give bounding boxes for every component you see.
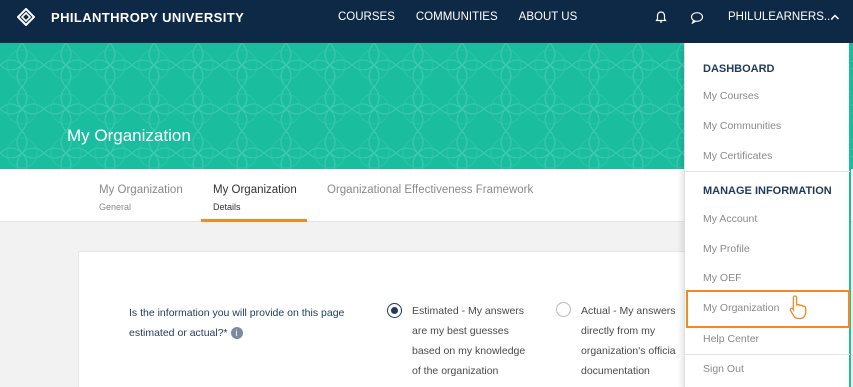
active-tab-indicator — [201, 219, 307, 222]
dropdown-item-my-account[interactable]: My Account — [703, 213, 757, 225]
nav-link-courses[interactable]: COURSES — [338, 11, 395, 23]
radio-estimated[interactable] — [387, 303, 402, 318]
dropdown-item-help-center[interactable]: Help Center — [703, 333, 759, 345]
top-navbar: PHILANTHROPY UNIVERSITY COURSES COMMUNIT… — [0, 0, 853, 43]
option-line: based on my knowledge — [412, 345, 526, 357]
option-line: directly from my — [581, 325, 656, 337]
dropdown-item-my-oef[interactable]: My OEF — [703, 272, 742, 284]
dropdown-divider — [685, 354, 850, 355]
tab-sublabel: General — [99, 202, 132, 212]
dropdown-divider — [685, 171, 850, 172]
radio-actual[interactable] — [556, 302, 571, 317]
nav-link-about[interactable]: ABOUT US — [519, 11, 578, 23]
dropdown-item-my-courses[interactable]: My Courses — [703, 90, 759, 102]
dropdown-item-my-profile[interactable]: My Profile — [703, 243, 750, 255]
page-title: My Organization — [67, 126, 191, 145]
option-line: organization's officia — [581, 345, 676, 357]
chat-icon[interactable] — [690, 11, 704, 24]
dropdown-item-my-organization[interactable]: My Organization — [703, 302, 779, 314]
dropdown-item-my-communities[interactable]: My Communities — [703, 120, 781, 132]
logo-icon[interactable] — [17, 8, 35, 26]
dropdown-item-my-certificates[interactable]: My Certificates — [703, 150, 772, 162]
main-nav: COURSES COMMUNITIES ABOUT US — [338, 11, 577, 23]
dropdown-section-manage: MANAGE INFORMATION — [703, 185, 832, 197]
dropdown-item-sign-out[interactable]: Sign Out — [703, 363, 744, 375]
brand-name[interactable]: PHILANTHROPY UNIVERSITY — [51, 10, 244, 25]
tab-label: My Organization — [99, 184, 183, 196]
option-line: of the organization — [412, 365, 499, 377]
user-dropdown-menu: DASHBOARD My Courses My Communities My C… — [684, 43, 851, 387]
bell-icon[interactable] — [654, 10, 668, 24]
info-icon[interactable]: i — [230, 327, 243, 340]
pointer-cursor-icon — [789, 295, 807, 320]
chevron-up-icon[interactable] — [830, 13, 840, 21]
tab-organization-details[interactable]: My Organization Details — [213, 184, 297, 212]
option-estimated-text[interactable]: Estimated - My answers are my best guess… — [412, 301, 525, 381]
tab-organization-general[interactable]: My Organization General — [99, 184, 183, 212]
tab-label: My Organization — [213, 184, 297, 196]
tab-label: Organizational Effectiveness Framework — [327, 184, 534, 196]
option-line: are my best guesses — [412, 325, 509, 337]
option-actual-text[interactable]: Actual - My answers directly from my org… — [581, 301, 685, 381]
nav-link-communities[interactable]: COMMUNITIES — [416, 11, 498, 23]
option-line: Actual - My answers — [581, 305, 676, 317]
user-menu-label[interactable]: PHILULEARNERS... — [728, 11, 833, 23]
option-line: Estimated - My answers — [412, 305, 525, 317]
option-line: documentation — [581, 365, 650, 377]
dropdown-section-dashboard: DASHBOARD — [703, 63, 775, 75]
question-label: Is the information you will provide on t… — [129, 303, 359, 343]
tab-effectiveness-framework[interactable]: Organizational Effectiveness Framework — [327, 184, 533, 196]
tab-sublabel: Details — [213, 202, 241, 212]
